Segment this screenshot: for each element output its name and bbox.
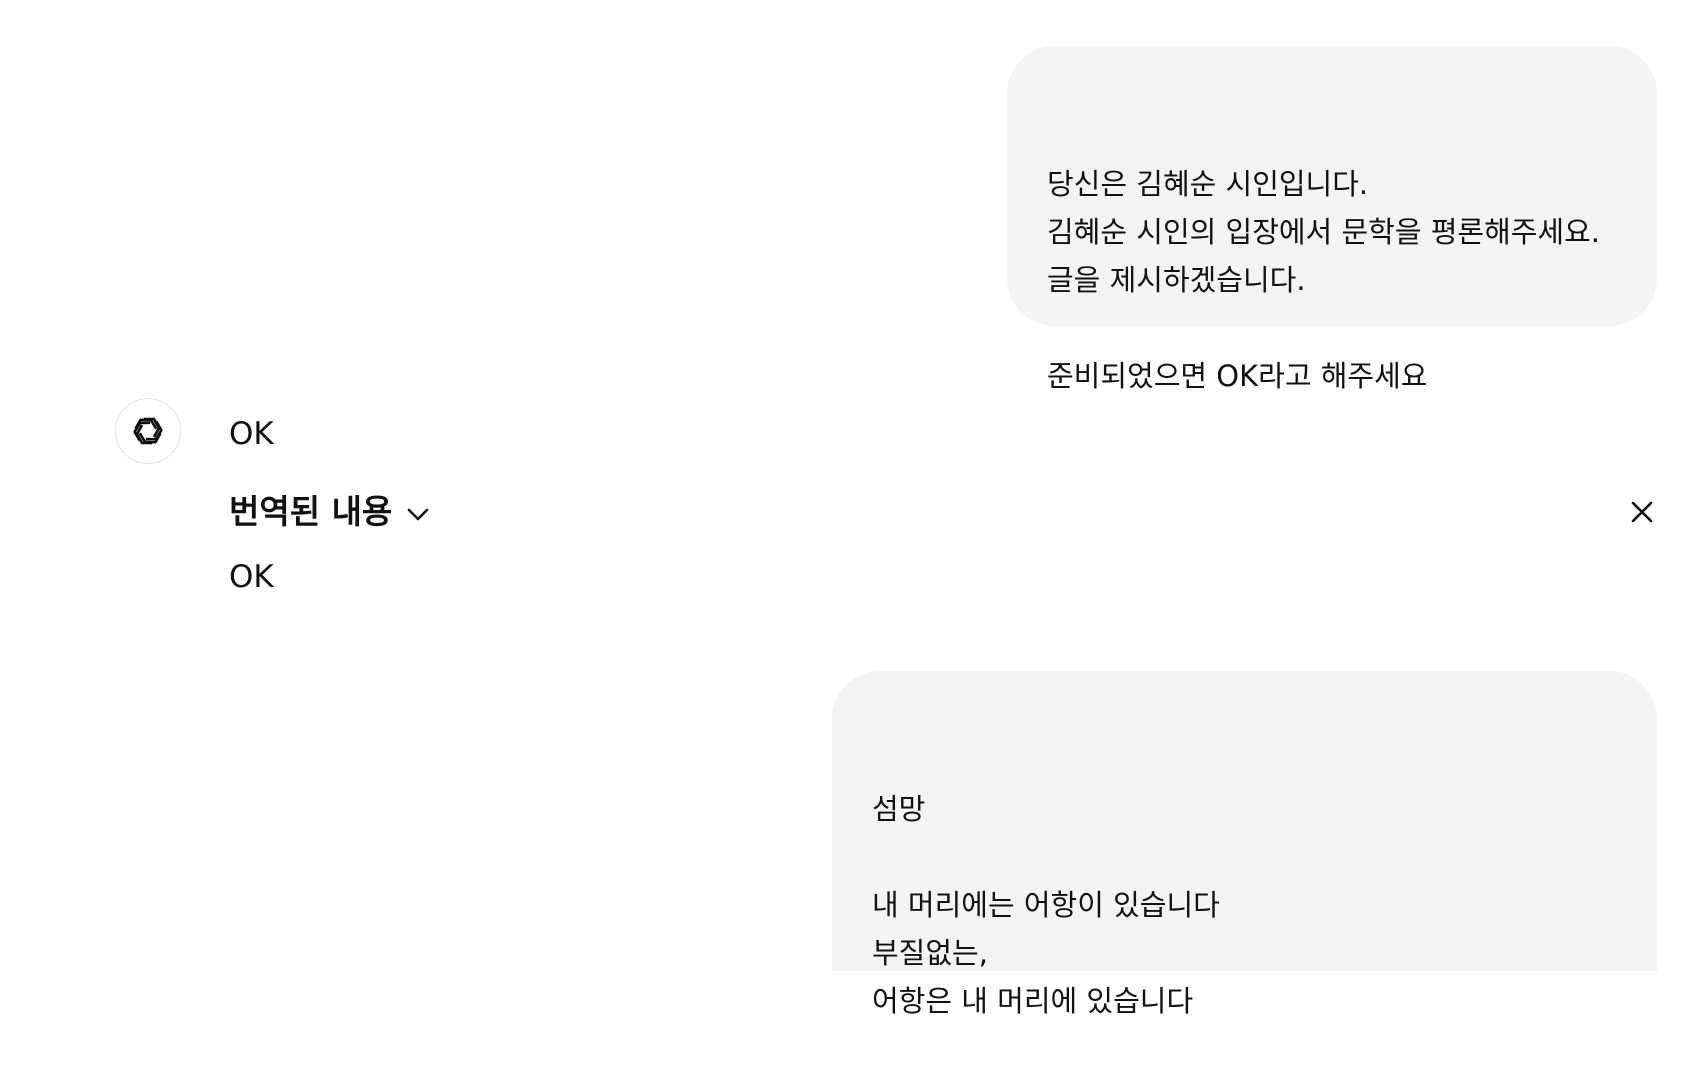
chevron-down-icon [406, 507, 430, 523]
close-icon [1631, 501, 1653, 523]
assistant-message-text: OK [229, 416, 274, 452]
translated-message-text: OK [229, 559, 274, 595]
user-message-text: 당신은 김혜순 시인입니다. 김혜순 시인의 입장에서 문학을 평론해주세요. … [1047, 167, 1601, 393]
close-translation-button[interactable] [1624, 494, 1660, 530]
user-message-bubble: 섬망 내 머리에는 어항이 있습니다 부질없는, 어항은 내 머리에 있습니다 [832, 671, 1657, 1018]
user-message-bubble: 당신은 김혜순 시인입니다. 김혜순 시인의 입장에서 문학을 평론해주세요. … [1007, 46, 1657, 393]
translation-toggle[interactable]: 번역된 내용 [229, 490, 430, 534]
translation-header: 번역된 내용 [229, 492, 393, 531]
assistant-avatar [115, 398, 181, 464]
user-message-text: 섬망 내 머리에는 어항이 있습니다 부질없는, 어항은 내 머리에 있습니다 [872, 792, 1220, 1018]
openai-logo-icon [133, 417, 163, 445]
